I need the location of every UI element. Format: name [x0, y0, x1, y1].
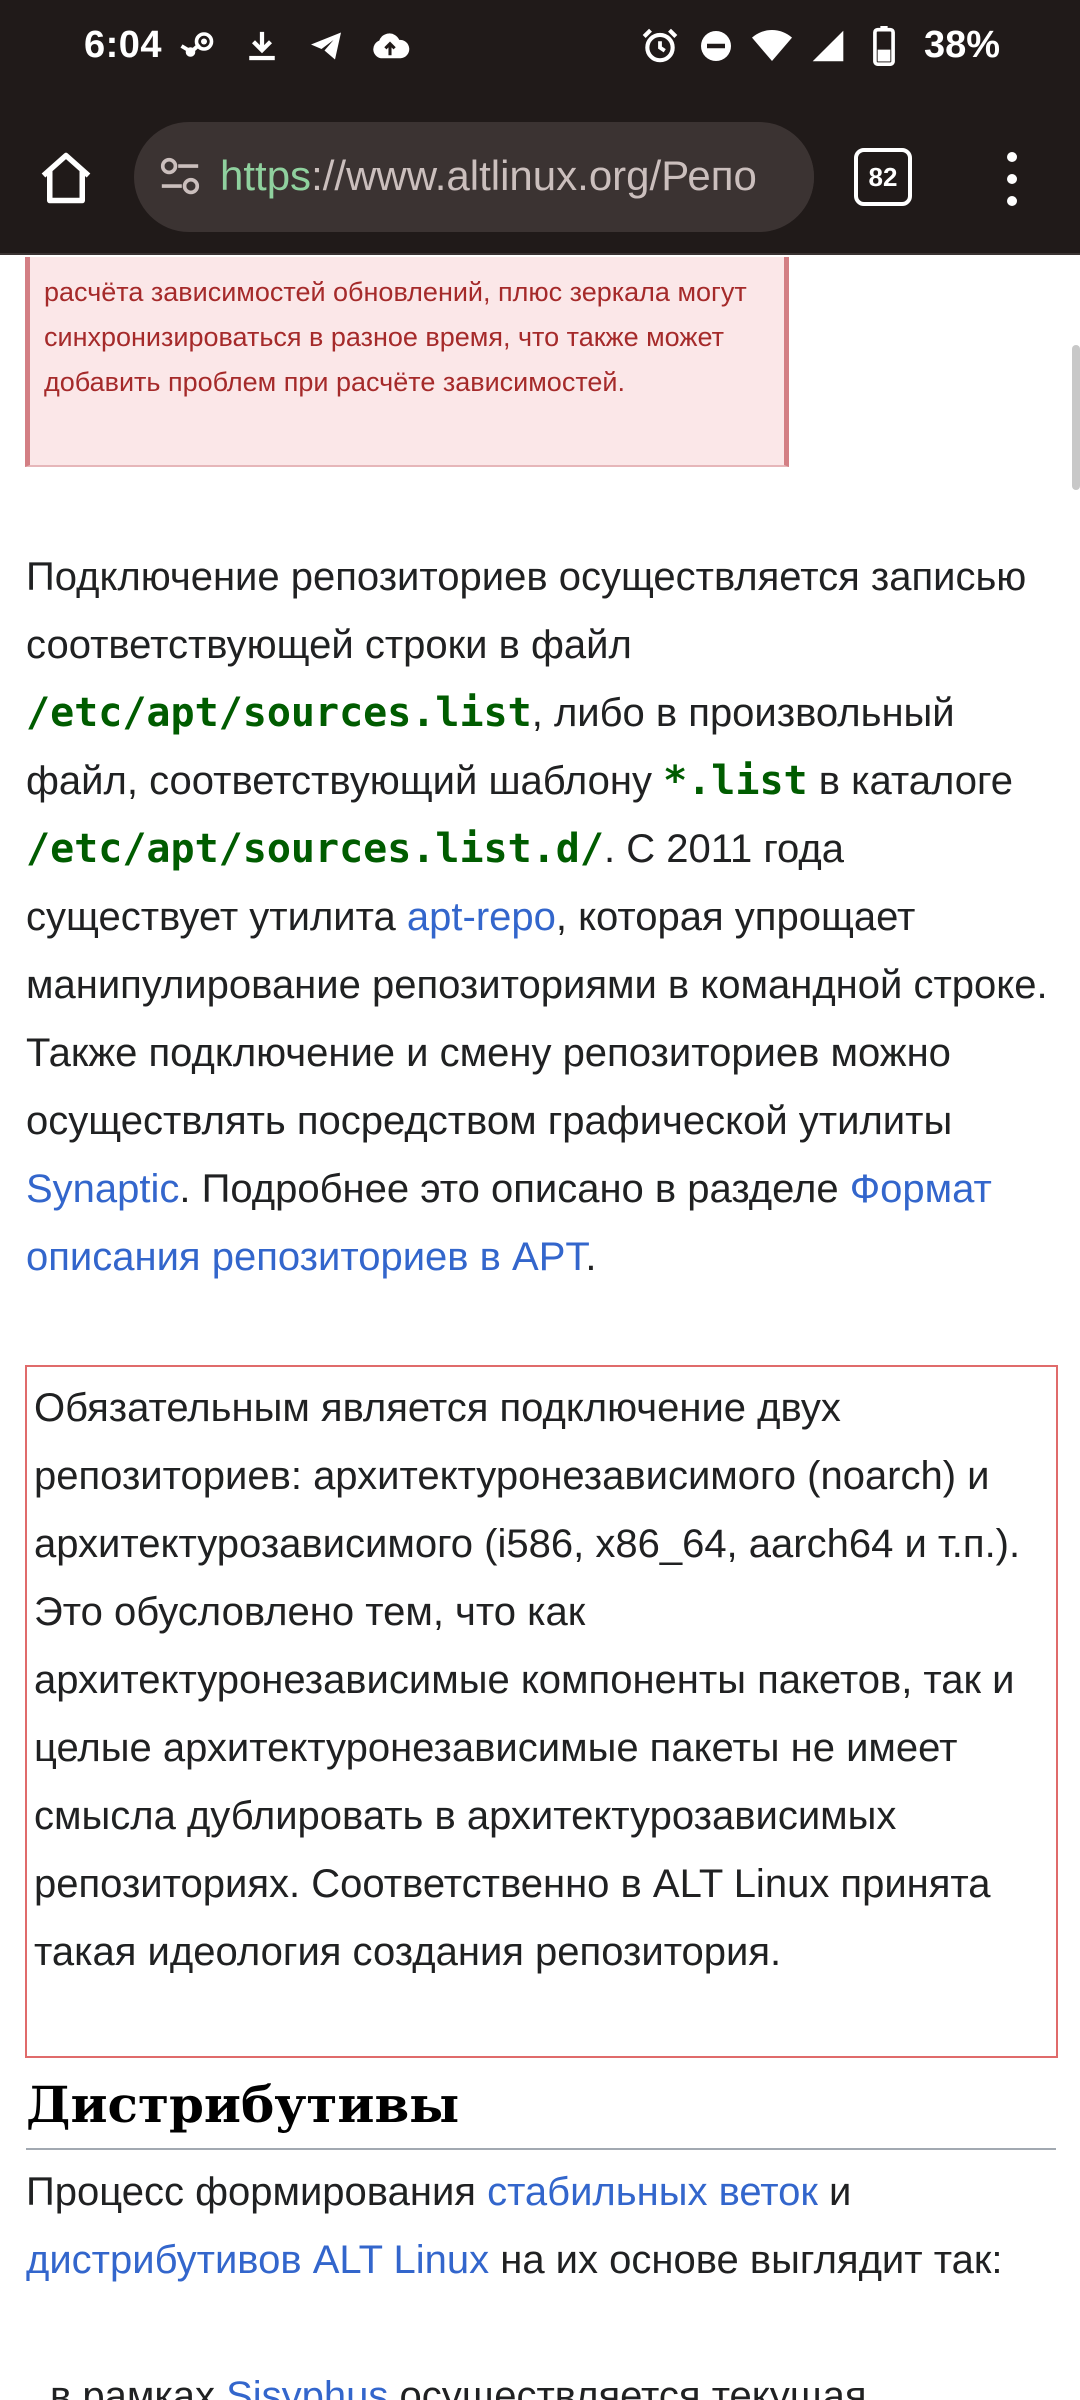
link-stable-branches[interactable]: стабильных веток	[487, 2170, 818, 2214]
warning-text: расчёта зависимостей обновлений, плюс зе…	[44, 277, 747, 397]
scrollbar-thumb[interactable]	[1072, 345, 1080, 490]
status-time: 6:04	[84, 24, 163, 66]
text: . Подробнее это описано в разделе	[179, 1167, 850, 1211]
link-synaptic[interactable]: Synaptic	[26, 1167, 179, 1211]
status-bar: 6:04 38%	[0, 0, 1080, 100]
link-apt-repo[interactable]: apt-repo	[407, 895, 556, 939]
tab-switcher-button[interactable]: 82	[854, 148, 912, 206]
text: Процесс формирования	[26, 2170, 488, 2214]
wifi-icon	[751, 26, 792, 66]
section-heading-distributions: Дистрибутивы	[26, 2075, 460, 2134]
home-button[interactable]	[30, 142, 102, 214]
text: Подключение репозиториев осуществляется …	[26, 555, 1027, 667]
cloud-upload-icon	[370, 26, 410, 66]
battery-icon	[864, 25, 904, 66]
text: в каталоге	[807, 759, 1013, 803]
download-icon	[242, 26, 282, 66]
cell-signal-icon	[808, 26, 848, 66]
more-menu-icon[interactable]	[988, 140, 1036, 218]
distributions-paragraph: Процесс формирования стабильных веток и …	[26, 2158, 1056, 2294]
do-not-disturb-icon	[696, 26, 736, 66]
code-sources-list: /etc/apt/sources.list	[26, 690, 532, 736]
text: .	[585, 1235, 597, 1279]
steam-icon	[178, 26, 218, 66]
repo-connection-paragraph: Подключение репозиториев осуществляется …	[26, 543, 1056, 1291]
home-icon	[41, 152, 91, 204]
heading-divider	[26, 2148, 1056, 2150]
browser-toolbar: https://www.altlinux.org/Репо 82	[0, 100, 1080, 255]
link-alt-distributions[interactable]: дистрибутивов ALT Linux	[26, 2238, 489, 2282]
battery-percent: 38%	[923, 24, 1000, 66]
alarm-icon	[640, 26, 680, 66]
system-icons: 38%	[640, 24, 1000, 67]
menu-dot	[1007, 174, 1017, 184]
list-item: в рамках Sisyphus осуществляется текущая	[50, 2362, 1050, 2400]
url-bar[interactable]: https://www.altlinux.org/Репо	[134, 122, 814, 232]
url-scheme: https	[220, 152, 312, 199]
note-text: Обязательным является подключение двух р…	[34, 1386, 1021, 1974]
text: и	[817, 2170, 852, 2214]
code-sources-list-d: /etc/apt/sources.list.d/	[26, 826, 604, 872]
code-list-pattern: *.list	[663, 758, 808, 804]
url-fade	[754, 122, 814, 232]
text: осуществляется текущая	[388, 2374, 867, 2400]
link-sisyphus[interactable]: Sisyphus	[226, 2374, 388, 2400]
text: в рамках	[50, 2374, 227, 2400]
menu-dot	[1007, 196, 1017, 206]
site-settings-icon[interactable]	[152, 152, 208, 202]
telegram-icon	[306, 26, 346, 66]
notification-icons	[178, 26, 410, 66]
menu-dot	[1007, 152, 1017, 162]
text: на их основе выглядит так:	[489, 2238, 1003, 2282]
url-text[interactable]: https://www.altlinux.org/Репо	[220, 152, 757, 200]
tab-count: 82	[868, 161, 898, 192]
url-rest: ://www.altlinux.org/Репо	[311, 152, 757, 199]
